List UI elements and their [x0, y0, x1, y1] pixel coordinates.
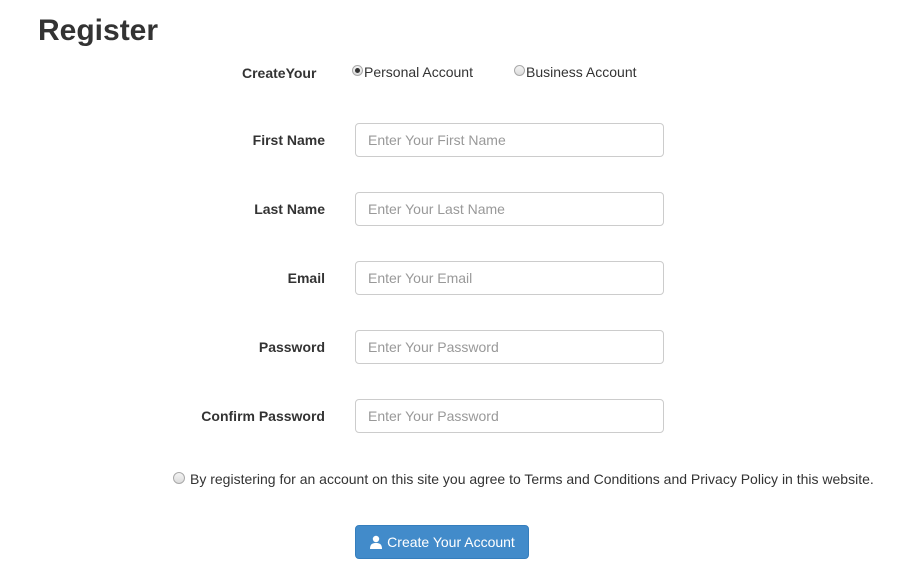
terms-agreement[interactable]: By registering for an account on this si… [173, 471, 874, 487]
last-name-input[interactable] [355, 192, 664, 226]
business-account-radio[interactable]: Business Account [514, 64, 637, 80]
terms-text: By registering for an account on this si… [190, 471, 874, 487]
create-account-label: Create Your Account [387, 534, 515, 550]
user-icon [370, 535, 383, 549]
terms-radio[interactable] [173, 471, 185, 484]
password-label: Password [258, 339, 325, 355]
first-name-label: First Name [252, 132, 325, 148]
confirm-password-input[interactable] [355, 399, 664, 433]
first-name-input[interactable] [355, 123, 664, 157]
radio-checked-icon[interactable] [352, 64, 363, 76]
account-type-label: CreateYour [242, 65, 317, 81]
personal-account-radio[interactable]: Personal Account [352, 64, 473, 80]
confirm-password-label: Confirm Password [201, 408, 325, 424]
personal-account-label: Personal Account [364, 64, 473, 80]
radio-unchecked-icon[interactable] [514, 64, 525, 76]
email-label: Email [287, 270, 325, 286]
last-name-label: Last Name [254, 201, 325, 217]
business-account-label: Business Account [526, 64, 637, 80]
password-input[interactable] [355, 330, 664, 364]
email-input[interactable] [355, 261, 664, 295]
create-account-button[interactable]: Create Your Account [355, 525, 529, 559]
page-title: Register [38, 14, 159, 47]
